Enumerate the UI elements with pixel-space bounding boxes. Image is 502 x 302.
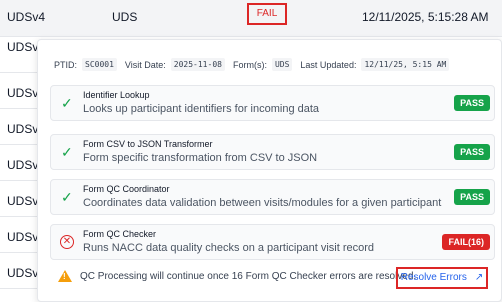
check-description: Looks up participant identifiers for inc… (83, 103, 320, 115)
check-card-qc-checker: ✕ Form QC Checker Runs NACC data quality… (50, 224, 495, 260)
warning-icon: ! (58, 270, 72, 282)
timestamp-cell: 12/11/2025, 5:15:28 AM (362, 10, 489, 24)
error-circle-icon: ✕ (60, 235, 74, 249)
qc-status-popover: PTID: SC0001 Visit Date: 2025-11-08 Form… (37, 39, 502, 302)
ptid-label: PTID: (54, 59, 78, 70)
check-icon: ✓ (61, 189, 73, 205)
module-cell: UDSv (7, 86, 39, 100)
module-cell: UDSv (7, 194, 39, 208)
check-title: Form QC Coordinator (83, 184, 170, 194)
check-card-csv-transformer: ✓ Form CSV to JSON Transformer Form spec… (50, 134, 495, 170)
resolve-errors-button[interactable]: Resolve Errors ↗ (396, 267, 488, 289)
module-cell: UDSv (7, 40, 39, 54)
pass-badge: PASS (454, 144, 490, 160)
check-icon: ✓ (61, 95, 73, 111)
visit-metadata: PTID: SC0001 Visit Date: 2025-11-08 Form… (54, 58, 457, 71)
status-badge[interactable]: FAIL (247, 3, 287, 25)
fail-badge: FAIL(16) (442, 234, 490, 250)
warning-text: QC Processing will continue once 16 Form… (80, 270, 417, 282)
module-cell: UDSv (7, 266, 39, 280)
module-cell: UDSv (7, 158, 39, 172)
qc-warning: ! QC Processing will continue once 16 Fo… (58, 270, 416, 282)
module-cell: UDSv (7, 230, 39, 244)
check-title: Form QC Checker (83, 229, 157, 239)
pass-badge: PASS (454, 189, 490, 205)
check-icon: ✓ (61, 144, 73, 160)
module-cell: UDSv4 (7, 10, 46, 24)
resolve-errors-label: Resolve Errors (400, 272, 467, 283)
external-link-icon: ↗ (474, 272, 484, 283)
last-updated-label: Last Updated: (300, 59, 357, 70)
module-cell: UDSv (7, 122, 39, 136)
check-title: Form CSV to JSON Transformer (83, 139, 213, 149)
forms-value: UDS (271, 58, 293, 71)
visit-date-value: 2025-11-08 (170, 58, 225, 71)
check-card-identifier-lookup: ✓ Identifier Lookup Looks up participant… (50, 85, 495, 121)
check-description: Runs NACC data quality checks on a parti… (83, 242, 375, 254)
pass-badge: PASS (454, 95, 490, 111)
check-card-qc-coordinator: ✓ Form QC Coordinator Coordinates data v… (50, 179, 495, 215)
check-title: Identifier Lookup (83, 90, 150, 100)
ptid-value: SC0001 (82, 58, 117, 71)
visit-date-label: Visit Date: (124, 59, 166, 70)
last-updated-value: 12/11/25, 5:15 AM (361, 58, 450, 71)
forms-label: Form(s): (232, 59, 267, 70)
check-description: Form specific transformation from CSV to… (83, 152, 318, 164)
check-description: Coordinates data validation between visi… (83, 197, 442, 209)
table-row[interactable]: UDSv4 UDS FAIL 12/11/2025, 5:15:28 AM (0, 0, 502, 37)
form-cell: UDS (112, 10, 138, 24)
